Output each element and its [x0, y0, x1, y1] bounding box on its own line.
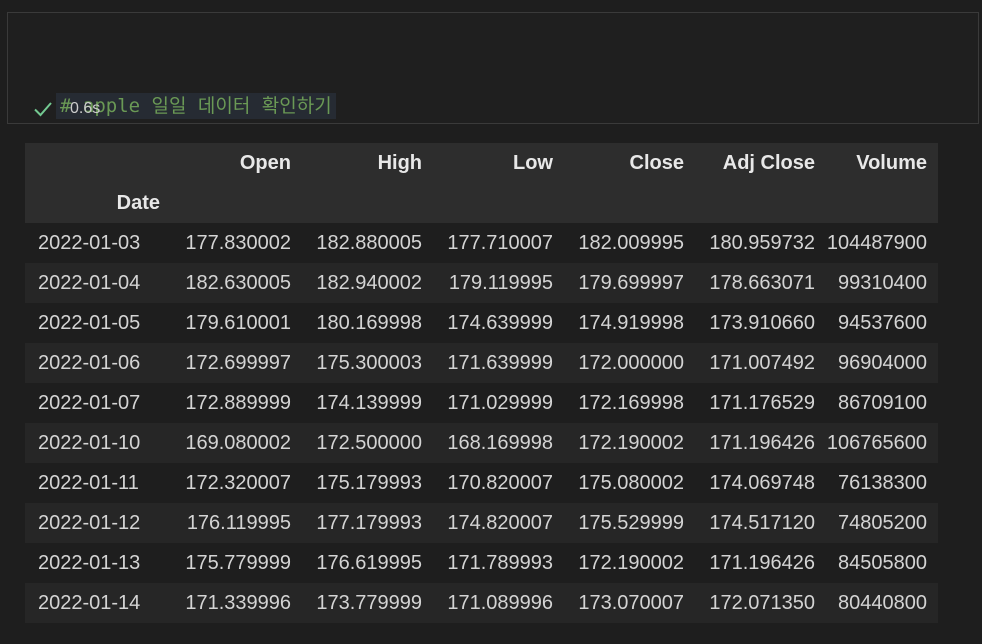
table-cell-high: 172.500000 [302, 423, 433, 463]
table-cell-open: 175.779999 [171, 543, 302, 583]
table-row: 2022-01-10 169.080002 172.500000 168.169998… [25, 423, 938, 463]
table-cell-open: 176.119995 [171, 503, 302, 543]
column-header: Close [564, 143, 695, 183]
table-cell-volume: 80440800 [826, 583, 938, 623]
table-cell-adj-close: 171.007492 [695, 343, 826, 383]
table-cell-open: 179.610001 [171, 303, 302, 343]
table-row: 2022-01-07 172.889999 174.139999 171.029999… [25, 383, 938, 423]
table-cell-volume: 104487900 [826, 223, 938, 263]
table-body: 2022-01-03 177.830002 182.880005 177.710007… [25, 223, 938, 623]
corner-header [25, 143, 171, 183]
table-cell-volume: 84505800 [826, 543, 938, 583]
table-cell-adj-close: 172.071350 [695, 583, 826, 623]
execution-time: 0.6s [70, 100, 101, 117]
row-index-date: 2022-01-03 [25, 223, 171, 263]
table-cell-high: 173.779999 [302, 583, 433, 623]
table-cell-close: 175.529999 [564, 503, 695, 543]
row-index-date: 2022-01-11 [25, 463, 171, 503]
table-cell-close: 179.699997 [564, 263, 695, 303]
table-cell-low: 177.710007 [433, 223, 564, 263]
table-cell-high: 180.169998 [302, 303, 433, 343]
table-cell-low: 174.820007 [433, 503, 564, 543]
table-cell-adj-close: 174.517120 [695, 503, 826, 543]
table-cell-close: 174.919998 [564, 303, 695, 343]
table-cell-adj-close: 174.069748 [695, 463, 826, 503]
table-cell-close: 175.080002 [564, 463, 695, 503]
table-cell-open: 169.080002 [171, 423, 302, 463]
table-cell-close: 172.190002 [564, 543, 695, 583]
table-cell-open: 172.320007 [171, 463, 302, 503]
table-cell-high: 175.300003 [302, 343, 433, 383]
table-cell-open: 172.699997 [171, 343, 302, 383]
table-cell-low: 171.789993 [433, 543, 564, 583]
table-cell-low: 171.029999 [433, 383, 564, 423]
column-header-row: Open High Low Close Adj Close Volume [25, 143, 938, 183]
table-cell-open: 182.630005 [171, 263, 302, 303]
table-cell-close: 172.169998 [564, 383, 695, 423]
column-header: Low [433, 143, 564, 183]
table-row: 2022-01-13 175.779999 176.619995 171.789993… [25, 543, 938, 583]
table-cell-volume: 94537600 [826, 303, 938, 343]
table-row: 2022-01-04 182.630005 182.940002 179.119995… [25, 263, 938, 303]
code-cell[interactable]: # apple 일일 데이터 확인하기 apple.head(10) 0.6s [7, 12, 979, 207]
table-cell-low: 174.639999 [433, 303, 564, 343]
table-cell-open: 171.339996 [171, 583, 302, 623]
table-cell-open: 172.889999 [171, 383, 302, 423]
table-cell-low: 171.639999 [433, 343, 564, 383]
column-header: Open [171, 143, 302, 183]
row-index-date: 2022-01-04 [25, 263, 171, 303]
table-cell-open: 177.830002 [171, 223, 302, 263]
table-cell-high: 177.179993 [302, 503, 433, 543]
table-cell-low: 170.820007 [433, 463, 564, 503]
table-cell-high: 174.139999 [302, 383, 433, 423]
table-cell-adj-close: 171.196426 [695, 543, 826, 583]
index-name-header: Date [25, 183, 171, 223]
table-cell-high: 175.179993 [302, 463, 433, 503]
row-index-date: 2022-01-13 [25, 543, 171, 583]
table-row: 2022-01-03 177.830002 182.880005 177.710007… [25, 223, 938, 263]
table-cell-volume: 76138300 [826, 463, 938, 503]
table-cell-volume: 106765600 [826, 423, 938, 463]
row-index-date: 2022-01-12 [25, 503, 171, 543]
table-cell-volume: 86709100 [826, 383, 938, 423]
table-cell-low: 179.119995 [433, 263, 564, 303]
table-cell-adj-close: 178.663071 [695, 263, 826, 303]
success-check-icon [34, 102, 52, 117]
table-row: 2022-01-12 176.119995 177.179993 174.820007… [25, 503, 938, 543]
table-cell-close: 173.070007 [564, 583, 695, 623]
column-header: Volume [826, 143, 938, 183]
table-cell-close: 172.190002 [564, 423, 695, 463]
table-cell-high: 182.940002 [302, 263, 433, 303]
code-line-1: # apple 일일 데이터 확인하기 [56, 91, 336, 121]
table-cell-volume: 74805200 [826, 503, 938, 543]
table-cell-adj-close: 171.176529 [695, 383, 826, 423]
table-row: 2022-01-14 171.339996 173.779999 171.089996… [25, 583, 938, 623]
table-cell-close: 182.009995 [564, 223, 695, 263]
column-header: High [302, 143, 433, 183]
table-row: 2022-01-05 179.610001 180.169998 174.639999… [25, 303, 938, 343]
index-header-row: Date [25, 183, 938, 223]
table-row: 2022-01-11 172.320007 175.179993 170.820007… [25, 463, 938, 503]
table-cell-high: 182.880005 [302, 223, 433, 263]
row-index-date: 2022-01-05 [25, 303, 171, 343]
row-index-date: 2022-01-14 [25, 583, 171, 623]
table-cell-high: 176.619995 [302, 543, 433, 583]
execution-status: 0.6s [32, 97, 100, 121]
row-index-date: 2022-01-10 [25, 423, 171, 463]
table-cell-volume: 99310400 [826, 263, 938, 303]
column-header: Adj Close [695, 143, 826, 183]
dataframe-table: Open High Low Close Adj Close Volume Dat… [25, 143, 938, 623]
table-cell-low: 168.169998 [433, 423, 564, 463]
table-cell-adj-close: 173.910660 [695, 303, 826, 343]
table-cell-volume: 96904000 [826, 343, 938, 383]
table-cell-adj-close: 180.959732 [695, 223, 826, 263]
cell-output: Open High Low Close Adj Close Volume Dat… [25, 143, 938, 623]
row-index-date: 2022-01-07 [25, 383, 171, 423]
table-cell-adj-close: 171.196426 [695, 423, 826, 463]
table-cell-low: 171.089996 [433, 583, 564, 623]
table-cell-close: 172.000000 [564, 343, 695, 383]
table-row: 2022-01-06 172.699997 175.300003 171.639999… [25, 343, 938, 383]
row-index-date: 2022-01-06 [25, 343, 171, 383]
